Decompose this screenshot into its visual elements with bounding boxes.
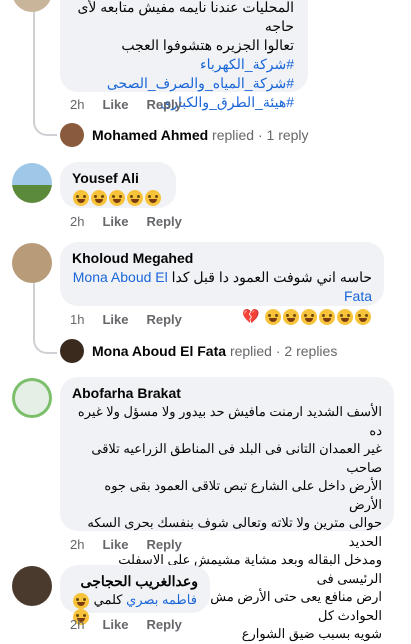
comment-line: الأرض داخل على الشارع تبص تلاقى العمود ب… <box>104 478 382 512</box>
comment-bubble: Abofarha Brakat الأسف الشديد ارمنت مافيش… <box>60 377 394 641</box>
comment-actions: 2h Like Reply <box>70 537 200 552</box>
thread-curve <box>33 112 57 136</box>
laughing-emoji-icon <box>127 189 143 206</box>
avatar[interactable] <box>12 163 52 203</box>
comment-author[interactable]: وعدالغريب الحجاجى <box>72 573 198 590</box>
comment-line: الأسف الشديد ارمنت مافيش حد بيدور ولا مس… <box>77 404 382 438</box>
reply-button[interactable]: Reply <box>146 537 181 552</box>
laughing-emoji-icon <box>73 189 89 206</box>
comment-bubble: وعدالغريب الحجاجى فاطمه بصري كلمي <box>60 565 210 626</box>
reply-author: Mohamed Ahmed <box>92 127 209 143</box>
like-button[interactable]: Like <box>102 214 128 229</box>
comment-time: 2h <box>70 97 85 112</box>
comment-actions: 2h Like Reply <box>70 617 200 632</box>
laughing-emoji-icon <box>91 189 107 206</box>
avatar[interactable] <box>12 243 52 283</box>
broken-heart-icon: 💔 <box>242 308 260 325</box>
reply-button[interactable]: Reply <box>146 617 181 632</box>
laughing-emoji-icon <box>145 189 161 206</box>
hashtag-link[interactable]: #شركة_الكهرباء <box>72 55 294 74</box>
laughing-emoji-icon <box>265 308 281 325</box>
like-button[interactable]: Like <box>102 312 128 327</box>
comment-author[interactable]: Kholoud Megahed <box>72 250 372 266</box>
laughing-emoji-icon <box>355 308 371 325</box>
reply-button[interactable]: Reply <box>146 214 181 229</box>
emoji-row <box>72 189 164 207</box>
comment-text: حاسه اني شوفت العمود دا قبل كدا Mona Abo… <box>72 268 372 306</box>
comment-bubble: Yousef Ali <box>60 162 176 208</box>
comment-time: 1h <box>70 312 85 327</box>
comment-body: حاسه اني شوفت العمود دا قبل كدا <box>171 269 372 285</box>
comment-time: 2h <box>70 214 85 229</box>
comment-time: 2h <box>70 537 85 552</box>
laughing-emoji-icon <box>337 308 353 325</box>
avatar[interactable] <box>60 123 84 147</box>
comment-line: غير العمدان التانى فى البلد فى المناطق ا… <box>91 441 382 475</box>
comment-text: تعالوا الجزيره هتشوفوا العجب <box>121 37 294 53</box>
reply-count: · 2 replies <box>275 343 338 359</box>
thread-curve <box>33 330 57 354</box>
comment-actions: 2h Like Reply <box>70 97 200 112</box>
reply-verb: replied <box>212 127 255 143</box>
reply-button[interactable]: Reply <box>146 312 181 327</box>
comment-author[interactable]: Yousef Ali <box>72 170 164 186</box>
comment-body: كلمي <box>93 592 123 607</box>
laughing-emoji-icon <box>283 308 299 325</box>
comment-author[interactable]: Abofarha Brakat <box>72 385 382 401</box>
reply-author: Mona Aboud El Fata <box>92 343 227 359</box>
comment-bubble: Kholoud Megahed حاسه اني شوفت العمود دا … <box>60 242 384 325</box>
hashtag-link[interactable]: #شركة_المياه_والصرف_الصحى <box>72 74 294 93</box>
avatar[interactable] <box>12 0 52 12</box>
view-replies-link[interactable]: Mona Aboud El Fata replied · 2 replies <box>92 343 337 359</box>
mention-link[interactable]: فاطمه بصري <box>126 592 197 607</box>
laughing-emoji-icon <box>319 308 335 325</box>
view-replies-link[interactable]: Mohamed Ahmed replied · 1 reply <box>92 127 309 143</box>
reply-verb: replied <box>229 343 272 359</box>
comment-time: 2h <box>70 617 85 632</box>
avatar[interactable] <box>12 378 52 418</box>
avatar[interactable] <box>60 339 84 363</box>
comment-text: المحليات عندنا نايمه مفيش متابعه لأى حاج… <box>77 0 294 34</box>
like-button[interactable]: Like <box>102 97 128 112</box>
avatar[interactable] <box>12 566 52 606</box>
like-button[interactable]: Like <box>102 537 128 552</box>
thread-line <box>33 0 35 120</box>
laughing-emoji-icon <box>301 308 317 325</box>
laughing-emoji-icon <box>73 592 89 609</box>
comment-actions: 1h Like Reply <box>70 312 200 327</box>
reply-count: · 1 reply <box>257 127 309 143</box>
like-button[interactable]: Like <box>102 617 128 632</box>
laughing-emoji-icon <box>109 189 125 206</box>
comment-bubble: المحليات عندنا نايمه مفيش متابعه لأى حاج… <box>60 0 308 110</box>
comment-actions: 2h Like Reply <box>70 214 200 229</box>
reply-button[interactable]: Reply <box>146 97 181 112</box>
